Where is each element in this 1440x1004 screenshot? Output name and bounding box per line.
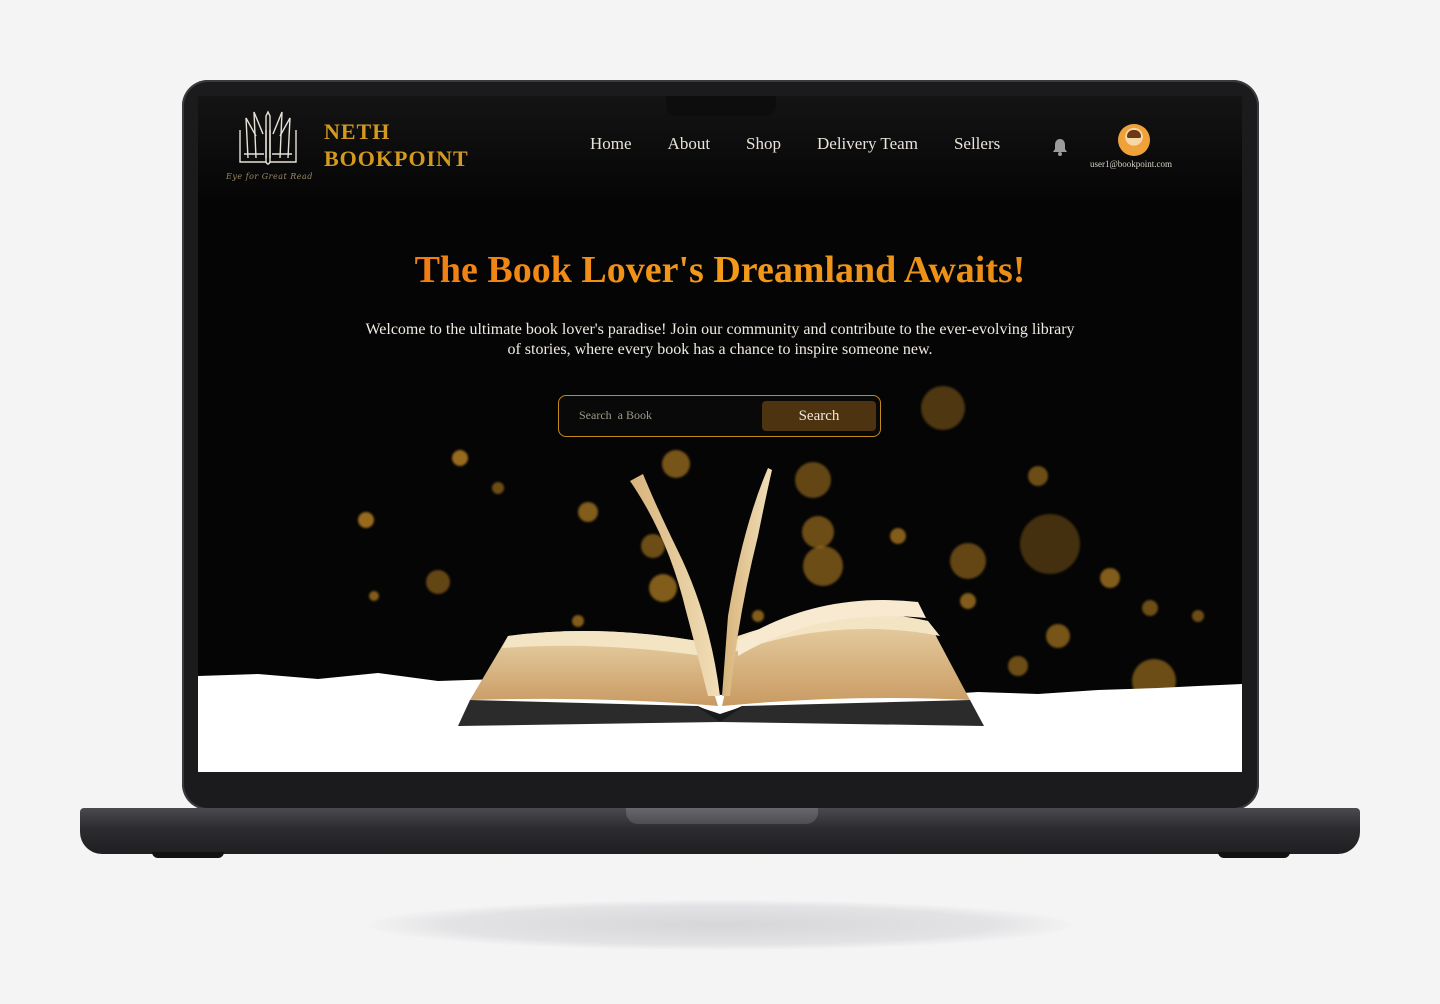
camera-notch: [666, 96, 776, 116]
laptop-base-notch: [626, 808, 818, 824]
laptop-shadow: [368, 900, 1072, 950]
laptop-foot-left: [152, 852, 224, 858]
browser-screen: Eye for Great Read NETH BOOKPOINT Home A…: [198, 96, 1242, 772]
laptop-foot-right: [1218, 852, 1290, 858]
open-book-illustration: [198, 468, 1242, 772]
